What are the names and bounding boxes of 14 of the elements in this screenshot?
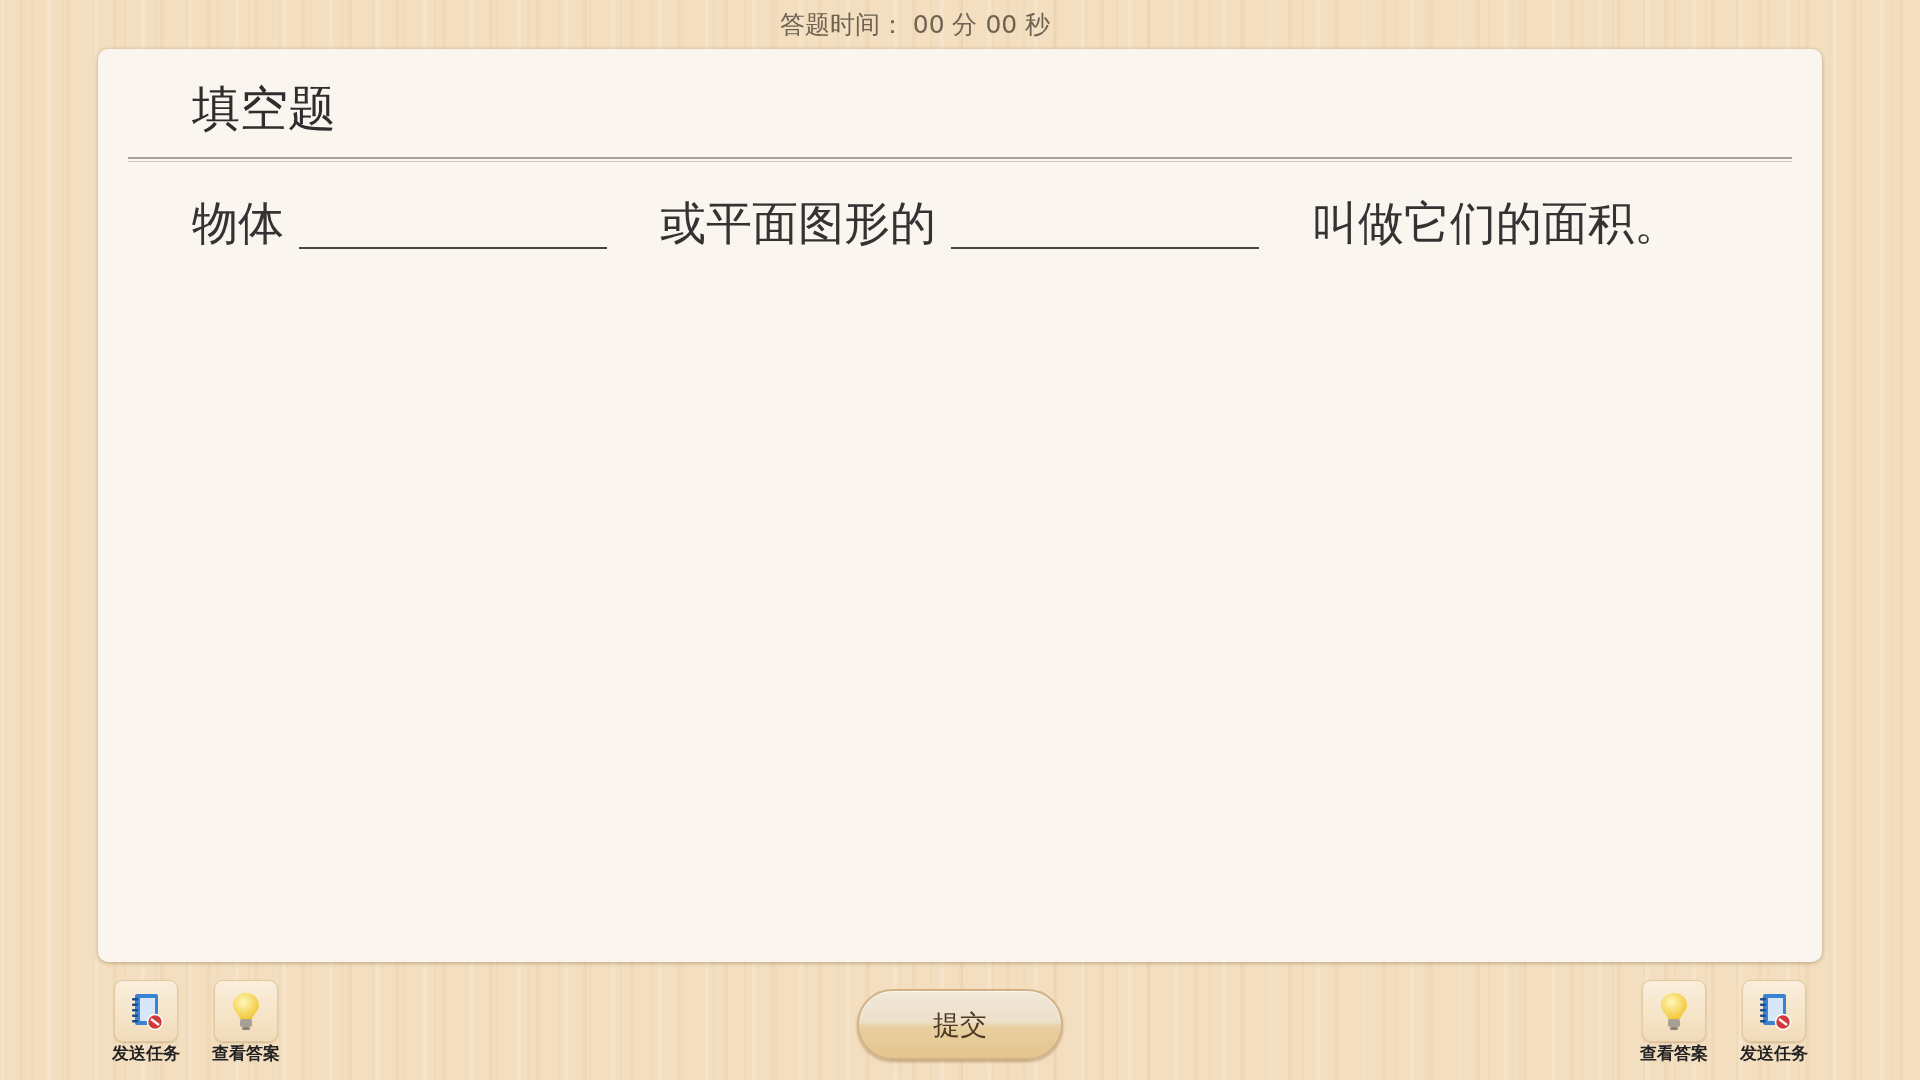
question-type-title: 填空题 (192, 80, 336, 136)
sentence-text: 物体 (192, 199, 284, 247)
timer-text: 答题时间： 00 分 00 秒 (779, 8, 1051, 41)
sentence-text: 或平面图形的 (660, 199, 936, 247)
send-task-button[interactable]: 发送任务 (1734, 980, 1814, 1063)
send-task-button[interactable]: 发送任务 (106, 980, 186, 1063)
view-answer-button[interactable]: 查看答案 (206, 980, 286, 1063)
lightbulb-icon (214, 980, 278, 1042)
view-answer-button[interactable]: 查看答案 (1634, 980, 1714, 1063)
sentence-text: 叫做它们的面积。 (1312, 199, 1680, 247)
notebook-icon (1742, 980, 1806, 1042)
notebook-icon (114, 980, 178, 1042)
lightbulb-icon (1642, 980, 1706, 1042)
submit-button[interactable]: 提交 (857, 989, 1063, 1060)
